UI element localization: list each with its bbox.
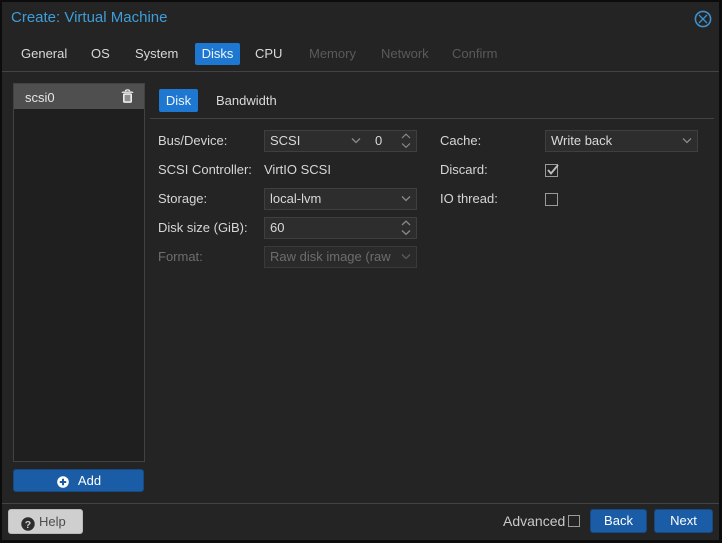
svg-text:?: ?: [25, 519, 31, 531]
